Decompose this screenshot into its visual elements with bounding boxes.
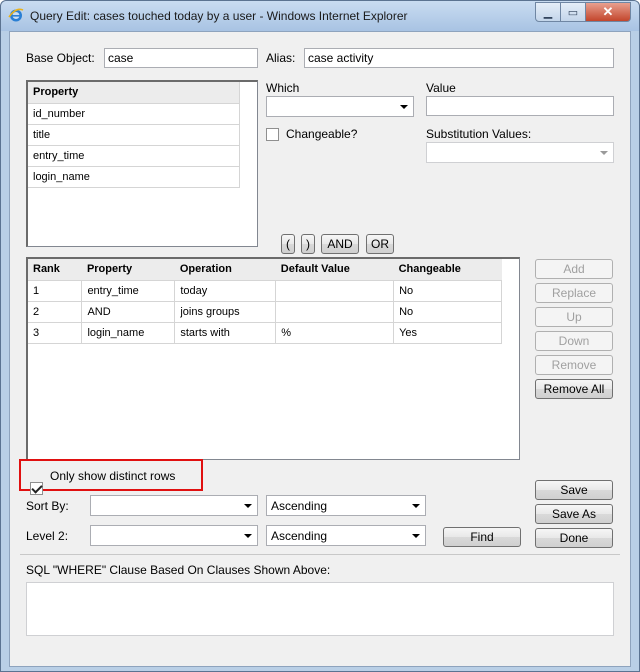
- maximize-icon: ▭: [567, 6, 579, 19]
- alias-label: Alias:: [266, 51, 296, 65]
- sort-by-order-select[interactable]: Ascending: [266, 495, 426, 516]
- table-row[interactable]: 1 entry_time today No: [28, 280, 502, 302]
- remove-all-button[interactable]: Remove All: [535, 379, 613, 399]
- minimize-button[interactable]: ▁: [535, 2, 561, 22]
- replace-button[interactable]: Replace: [535, 283, 613, 303]
- list-item[interactable]: title: [28, 124, 240, 146]
- which-select[interactable]: [266, 96, 414, 117]
- sql-where-label: SQL "WHERE" Clause Based On Clauses Show…: [26, 563, 331, 577]
- chevron-down-icon: [400, 105, 408, 109]
- value-label: Value: [426, 81, 456, 95]
- cell-default-value: %: [275, 322, 395, 344]
- cell-operation: starts with: [174, 322, 277, 344]
- and-button[interactable]: AND: [321, 234, 359, 254]
- distinct-rows-label: Only show distinct rows: [50, 469, 176, 483]
- up-button[interactable]: Up: [535, 307, 613, 327]
- table-row[interactable]: 3 login_name starts with % Yes: [28, 322, 502, 344]
- internet-explorer-icon: [8, 8, 24, 22]
- done-button[interactable]: Done: [535, 528, 613, 548]
- remove-button[interactable]: Remove: [535, 355, 613, 375]
- chevron-down-icon: [412, 504, 420, 508]
- base-object-label: Base Object:: [26, 51, 95, 65]
- maximize-button[interactable]: ▭: [560, 2, 586, 22]
- list-item[interactable]: login_name: [28, 166, 240, 188]
- level-2-order-value: Ascending: [271, 529, 328, 543]
- base-object-field[interactable]: case: [104, 48, 258, 68]
- list-item[interactable]: entry_time: [28, 145, 240, 167]
- save-as-button[interactable]: Save As: [535, 504, 613, 524]
- property-item[interactable]: login_name: [28, 166, 240, 188]
- cell-changeable: No: [393, 280, 502, 302]
- cell-changeable: No: [393, 301, 502, 323]
- column-header-changeable: Changeable: [393, 259, 502, 281]
- cell-operation: today: [174, 280, 277, 302]
- cell-operation: joins groups: [174, 301, 277, 323]
- changeable-checkbox[interactable]: [266, 128, 279, 141]
- clauses-header-row: Rank Property Operation Default Value Ch…: [28, 259, 502, 281]
- close-button[interactable]: ✕: [585, 2, 631, 22]
- property-item[interactable]: id_number: [28, 103, 240, 125]
- changeable-label: Changeable?: [286, 127, 358, 141]
- cell-rank: 2: [28, 301, 83, 323]
- cell-property: login_name: [81, 322, 176, 344]
- column-header-default-value: Default Value: [275, 259, 394, 281]
- cell-default-value: [275, 280, 395, 302]
- open-paren-button[interactable]: (: [281, 234, 295, 254]
- substitution-values-label: Substitution Values:: [426, 127, 532, 141]
- sort-by-order-value: Ascending: [271, 499, 328, 513]
- or-button[interactable]: OR: [366, 234, 394, 254]
- down-button[interactable]: Down: [535, 331, 613, 351]
- cell-property: entry_time: [81, 280, 176, 302]
- section-divider: [20, 554, 620, 555]
- minimize-icon: ▁: [543, 6, 553, 19]
- which-label: Which: [266, 81, 300, 95]
- column-header-property: Property: [81, 259, 175, 281]
- list-item[interactable]: id_number: [28, 103, 240, 125]
- sort-by-field-select[interactable]: [90, 495, 258, 516]
- property-list[interactable]: Property id_number title entry_time logi…: [26, 80, 258, 247]
- cell-rank: 3: [28, 322, 83, 344]
- distinct-rows-checkbox[interactable]: [30, 482, 43, 495]
- clauses-table: Rank Property Operation Default Value Ch…: [28, 259, 502, 344]
- sql-where-textarea[interactable]: [26, 582, 614, 636]
- window-title: Query Edit: cases touched today by a use…: [30, 9, 408, 23]
- find-button[interactable]: Find: [443, 527, 521, 547]
- cell-rank: 1: [28, 280, 83, 302]
- column-header-operation: Operation: [174, 259, 276, 281]
- chevron-down-icon: [244, 504, 252, 508]
- table-row[interactable]: 2 AND joins groups No: [28, 301, 502, 323]
- chevron-down-icon: [244, 534, 252, 538]
- property-item[interactable]: title: [28, 124, 240, 146]
- property-table: Property id_number title entry_time logi…: [28, 82, 240, 188]
- cell-default-value: [275, 301, 395, 323]
- level-2-label: Level 2:: [26, 529, 69, 543]
- alias-field[interactable]: case activity: [304, 48, 614, 68]
- add-button[interactable]: Add: [535, 259, 613, 279]
- property-column-header: Property: [28, 82, 240, 104]
- chevron-down-icon: [412, 534, 420, 538]
- cell-property: AND: [81, 301, 176, 323]
- property-item[interactable]: entry_time: [28, 145, 240, 167]
- property-header-row: Property: [28, 82, 240, 104]
- column-header-rank: Rank: [28, 259, 82, 281]
- close-paren-button[interactable]: ): [301, 234, 315, 254]
- level-2-order-select[interactable]: Ascending: [266, 525, 426, 546]
- save-button[interactable]: Save: [535, 480, 613, 500]
- close-icon: ✕: [602, 4, 614, 19]
- sort-by-label: Sort By:: [26, 499, 69, 513]
- chevron-down-icon: [600, 151, 608, 155]
- cell-changeable: Yes: [393, 322, 502, 344]
- substitution-values-select[interactable]: [426, 142, 614, 163]
- value-field[interactable]: [426, 96, 614, 116]
- clauses-grid[interactable]: Rank Property Operation Default Value Ch…: [26, 257, 520, 460]
- title-bar[interactable]: Query Edit: cases touched today by a use…: [1, 1, 639, 31]
- level-2-field-select[interactable]: [90, 525, 258, 546]
